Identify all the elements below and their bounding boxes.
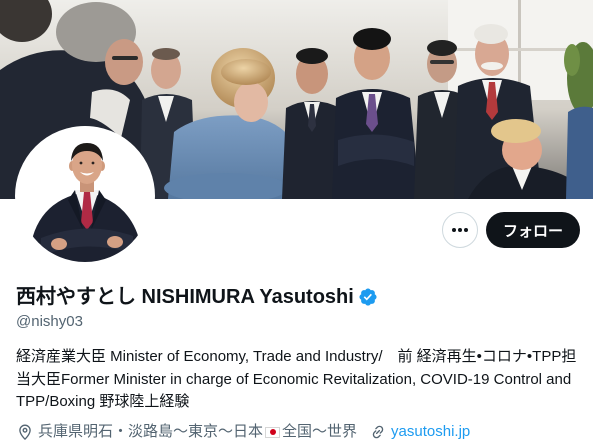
more-icon — [452, 228, 468, 232]
verified-badge-icon[interactable] — [358, 287, 378, 307]
link-icon — [372, 425, 384, 439]
location-text-continued: 全国〜世界 — [282, 423, 358, 440]
follow-button-label: フォロー — [502, 222, 563, 240]
profile-meta: 兵庫県明石・淡路島〜東京〜日本 全国〜世界 yasutoshi.jp — [16, 422, 578, 442]
bio: 経済産業大臣 Minister of Economy, Trade and In… — [16, 346, 578, 414]
website: yasutoshi.jp — [369, 422, 470, 442]
avatar[interactable] — [15, 126, 155, 266]
location: 兵庫県明石・淡路島〜東京〜日本 全国〜世界 — [16, 422, 357, 442]
bio-line: 当大臣Former Minister in charge of Economic… — [16, 370, 572, 388]
japan-flag-icon — [265, 426, 281, 438]
location-text: 兵庫県明石・淡路島〜東京〜日本 — [38, 423, 264, 440]
display-name-row: 西村やすとし NISHIMURA Yasutoshi — [16, 285, 378, 309]
location-pin-icon — [19, 424, 31, 440]
handle: @nishy03 — [16, 313, 83, 330]
bio-line: TPP/Boxing 野球陸上経験 — [16, 393, 190, 410]
avatar-image — [19, 130, 151, 262]
follow-button[interactable]: フォロー — [486, 212, 580, 248]
more-button[interactable] — [442, 212, 478, 248]
bio-line: 経済産業大臣 Minister of Economy, Trade and In… — [16, 348, 577, 365]
website-link[interactable]: yasutoshi.jp — [391, 422, 470, 442]
display-name: 西村やすとし NISHIMURA Yasutoshi — [16, 286, 354, 308]
